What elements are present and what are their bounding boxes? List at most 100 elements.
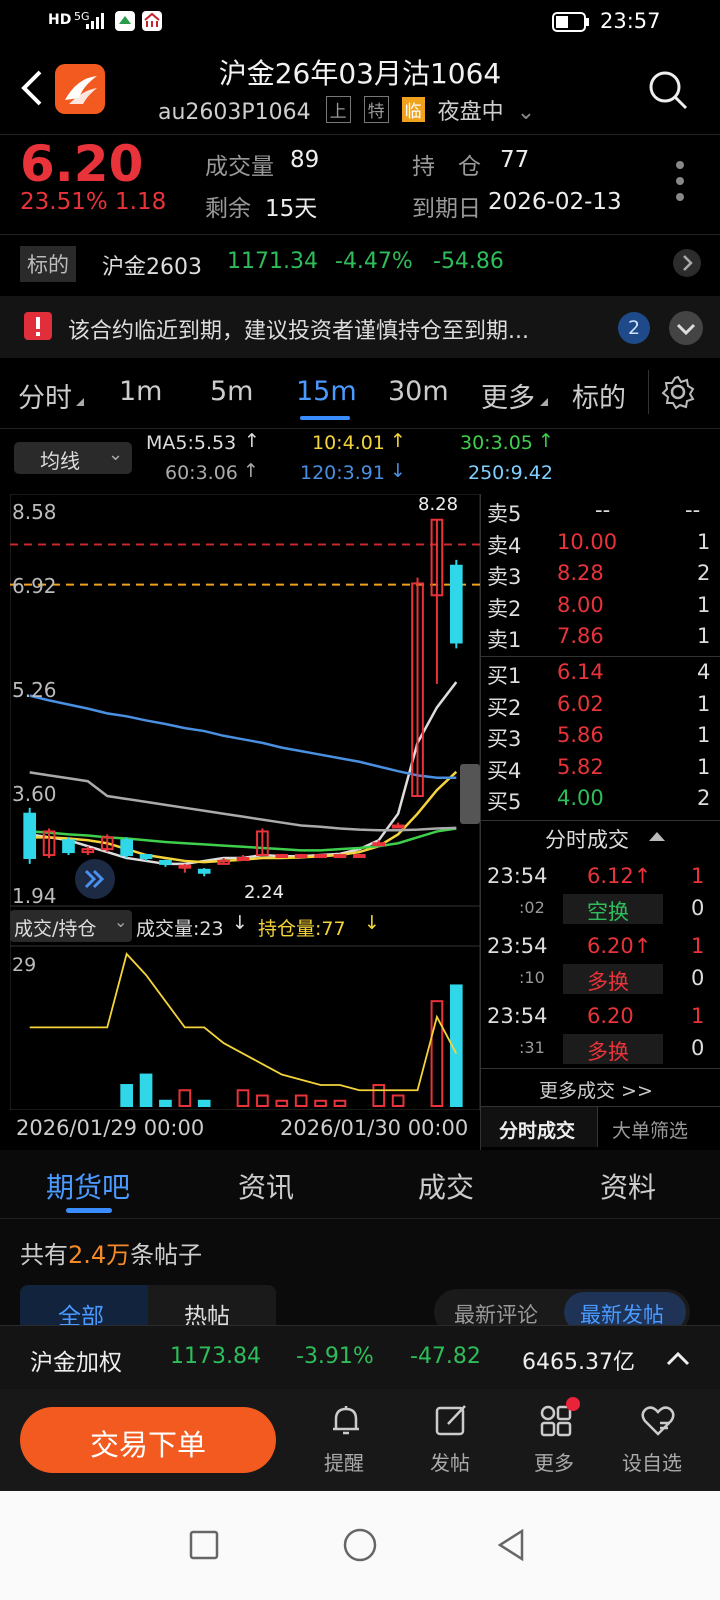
candle-body <box>314 854 327 859</box>
more-button[interactable]: 更多 <box>528 1397 584 1479</box>
ticker-price: 1173.84 <box>170 1344 261 1369</box>
trade-price: 6.12↑ <box>587 864 652 888</box>
trade-item: 23:54:10 6.20↑ 1 多换 0 <box>481 928 720 998</box>
chart-scroll-handle <box>460 764 480 824</box>
search-icon[interactable] <box>646 68 690 112</box>
candle-body <box>333 854 347 859</box>
hd-indicator: HD <box>48 12 72 28</box>
underlying-price: 1171.34 <box>227 249 318 274</box>
bid-label: 买4 <box>487 758 522 783</box>
underlying-row[interactable]: 标的 沪金2603 1171.34 -4.47% -54.86 <box>0 236 720 292</box>
expand-icon[interactable] <box>668 310 704 346</box>
status-bar: HD 5G 23:57 <box>0 0 720 44</box>
trades-title[interactable]: 分时成交 <box>545 824 629 854</box>
candle-body <box>353 854 366 859</box>
tab-forum[interactable]: 期货吧 <box>46 1166 130 1206</box>
ask-qty: 1 <box>697 592 711 617</box>
candlestick-chart[interactable] <box>10 494 480 1110</box>
more-vertical-icon[interactable] <box>674 159 686 203</box>
ma120-value: 120:3.91 <box>300 462 385 484</box>
bid-levels: 买1 6.14 4 买2 6.02 1 买3 5.86 1 买4 5.82 1 买5 4.00 2 <box>487 660 717 820</box>
open-interest-label: 持 仓 <box>412 154 481 180</box>
bid-level-3[interactable]: 买3 5.86 1 <box>487 723 717 755</box>
expand-chart-icon[interactable] <box>74 858 116 900</box>
chevron-down-icon: ⌄ <box>108 444 124 465</box>
battery-icon <box>552 12 589 32</box>
bell-icon <box>333 1406 359 1435</box>
near-expiry-tag: 临 <box>401 97 425 122</box>
tab-15m[interactable]: 15m <box>296 376 357 407</box>
ticker-amount: 6465.37亿 <box>522 1350 635 1375</box>
candle-body <box>62 839 75 854</box>
trade-price: 6.20↑ <box>587 934 652 958</box>
add-watchlist-button[interactable]: 设自选 <box>622 1403 692 1479</box>
change-pct: 23.51% <box>20 189 108 215</box>
tab-info[interactable]: 资料 <box>600 1166 656 1206</box>
tab-news[interactable]: 资讯 <box>238 1166 294 1206</box>
ma250-value: 250:9.42 <box>468 462 553 484</box>
tab-underlying[interactable]: 标的 <box>572 376 626 415</box>
bid-level-2[interactable]: 买2 6.02 1 <box>487 692 717 724</box>
change-row: 23.51% 1.18 <box>20 189 166 215</box>
ask-level-3[interactable]: 卖3 8.28 2 <box>487 561 717 593</box>
sub-indicator-selector[interactable]: 成交/持仓 ⌄ <box>10 910 132 942</box>
bid-qty: 1 <box>697 691 711 716</box>
bid-price: 6.14 <box>557 660 604 684</box>
ask-level-5[interactable]: 卖1 7.86 1 <box>487 624 717 656</box>
bid-label: 买5 <box>487 790 522 814</box>
post-button[interactable]: 发帖 <box>424 1403 480 1479</box>
ask-qty: -- <box>685 498 701 522</box>
x-tick-2: 2026/01/30 00:00 <box>280 1116 469 1140</box>
ask-level-1[interactable]: 卖5 -- -- <box>487 498 717 530</box>
chart-frame <box>10 494 480 1110</box>
tab-large-orders[interactable]: 大单筛选 <box>597 1107 720 1147</box>
bid-price: 5.82 <box>557 754 604 779</box>
bid-level-1[interactable]: 买1 6.14 4 <box>487 660 717 692</box>
more-trades-link[interactable]: 更多成交 >> <box>539 1076 653 1103</box>
ask-levels: 卖5 -- -- 卖4 10.00 1 卖3 8.28 2 卖2 8.00 1 卖1 7.86 1 <box>487 498 717 658</box>
tab-large-orders-label: 大单筛选 <box>612 1120 689 1142</box>
settings-gear-icon[interactable] <box>660 374 696 410</box>
post-count-value: 2.4万 <box>68 1241 131 1269</box>
content-tabs: 期货吧 资讯 成交 资料 <box>0 1150 720 1218</box>
ask-qty: 1 <box>697 529 711 554</box>
underlying-pct: -4.47% <box>335 249 413 274</box>
tab-trades[interactable]: 分时成交 <box>481 1107 597 1147</box>
tab-5m[interactable]: 5m <box>210 376 253 407</box>
notice-bar[interactable]: 该合约临近到期，建议投资者谨慎持仓至到期... 2 <box>0 296 720 358</box>
trade-seconds: :02 <box>519 898 545 917</box>
bid-level-5[interactable]: 买5 4.00 2 <box>487 786 717 818</box>
y-tick-1: 8.58 <box>12 500 57 524</box>
index-ticker[interactable]: 沪金加权 1173.84 -3.91% -47.82 6465.37亿 <box>0 1325 720 1389</box>
tab-intraday[interactable]: 分时 <box>18 376 72 415</box>
session-status: 夜盘中 <box>437 100 504 125</box>
ask-qty: 1 <box>697 624 711 648</box>
vol-max-label: 29 <box>12 954 37 976</box>
recent-apps-icon[interactable] <box>188 1529 220 1561</box>
back-nav-icon[interactable] <box>494 1527 528 1563</box>
tab-deals[interactable]: 成交 <box>418 1166 474 1206</box>
ask-label: 卖2 <box>487 596 522 621</box>
indicator-selector[interactable]: 均线 ⌄ <box>14 442 132 474</box>
trade-order-button[interactable]: 交易下单 <box>20 1407 276 1473</box>
tab-1m[interactable]: 1m <box>119 376 162 407</box>
ask-label: 卖1 <box>487 628 522 652</box>
ask-price: 7.86 <box>557 624 604 648</box>
home-icon[interactable] <box>342 1527 378 1563</box>
system-nav-bar <box>0 1491 720 1600</box>
clock: 23:57 <box>600 9 661 33</box>
bank-notification-icon <box>142 11 162 31</box>
candle-body <box>23 812 37 859</box>
bid-level-4[interactable]: 买4 5.82 1 <box>487 755 717 787</box>
ask-level-2[interactable]: 卖4 10.00 1 <box>487 530 717 562</box>
exchange-tag: 上 <box>325 96 351 123</box>
tab-more[interactable]: 更多 <box>481 376 535 415</box>
contract-code-row[interactable]: au2603P1064 上 特 临 夜盘中 ⌄ <box>158 94 535 126</box>
trade-kind: 多换 <box>587 970 629 994</box>
chevron-down-icon: ⌄ <box>516 100 536 125</box>
remind-button[interactable]: 提醒 <box>318 1403 374 1479</box>
trade-seconds: :10 <box>519 968 545 987</box>
ask-level-4[interactable]: 卖2 8.00 1 <box>487 593 717 625</box>
tab-30m[interactable]: 30m <box>388 376 449 407</box>
trade-time: 23:54 <box>487 934 548 958</box>
